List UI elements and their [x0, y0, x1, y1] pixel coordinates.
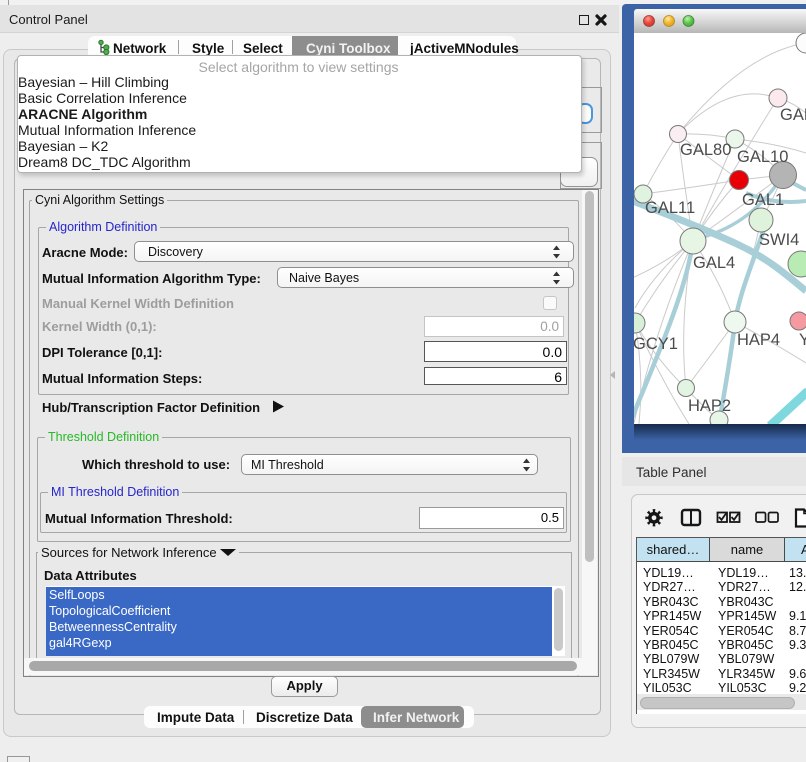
svg-text:GAL80: GAL80 [680, 141, 731, 159]
svg-text:GAL1: GAL1 [742, 191, 784, 209]
svg-text:GAL4: GAL4 [693, 254, 735, 272]
svg-text:GCY1: GCY1 [634, 335, 678, 353]
svg-text:HAP4: HAP4 [737, 331, 780, 349]
svg-text:GAL: GAL [780, 106, 806, 124]
svg-text:Y: Y [799, 331, 806, 349]
svg-text:GAL10: GAL10 [737, 148, 788, 166]
svg-text:GAL11: GAL11 [645, 199, 695, 217]
svg-text:HAP2: HAP2 [688, 397, 731, 415]
svg-text:SWI4: SWI4 [759, 231, 799, 249]
